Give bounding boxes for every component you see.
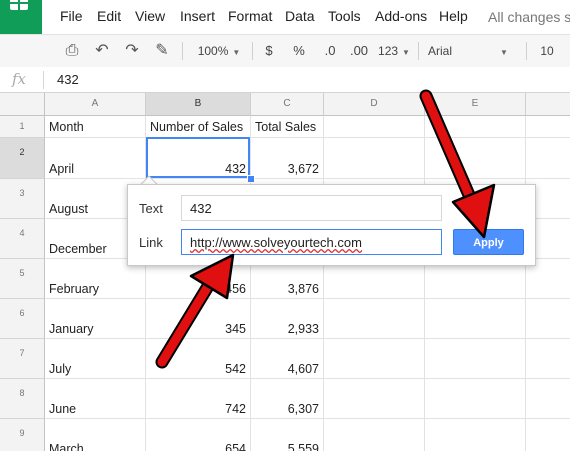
link-url-input[interactable]: http://www.solveyourtech.com bbox=[181, 229, 442, 255]
insert-link-dialog: Text 432 Link http://www.solveyourtech.c… bbox=[127, 184, 536, 266]
column-header-c[interactable]: C bbox=[251, 93, 324, 116]
cell-c5[interactable]: 3,876 bbox=[251, 282, 319, 296]
paint-format-icon[interactable]: ✎ bbox=[150, 35, 174, 67]
cell-b7[interactable]: 542 bbox=[146, 362, 246, 376]
currency-format-button[interactable]: $ bbox=[260, 35, 278, 67]
apply-button[interactable]: Apply bbox=[453, 229, 524, 255]
cell-c8[interactable]: 6,307 bbox=[251, 402, 319, 416]
fx-icon: fx bbox=[12, 70, 27, 88]
cell-a2[interactable]: April bbox=[49, 162, 74, 176]
undo-icon[interactable]: ↶ bbox=[90, 35, 114, 67]
cell-c2[interactable]: 3,672 bbox=[251, 162, 319, 176]
cell-c7[interactable]: 4,607 bbox=[251, 362, 319, 376]
row-header-1[interactable]: 1 bbox=[0, 116, 45, 138]
cell-c9[interactable]: 5,559 bbox=[251, 442, 319, 451]
chevron-down-icon: ▼ bbox=[500, 48, 508, 57]
cell-c6[interactable]: 2,933 bbox=[251, 322, 319, 336]
column-header-a[interactable]: A bbox=[45, 93, 146, 116]
cell-a1[interactable]: Month bbox=[49, 120, 84, 134]
menu-insert[interactable]: Insert bbox=[180, 8, 215, 24]
row-header-2[interactable]: 2 bbox=[0, 138, 45, 179]
column-header-e[interactable]: E bbox=[425, 93, 526, 116]
more-formats-label: 123 bbox=[378, 44, 399, 58]
select-all-corner[interactable] bbox=[0, 93, 45, 116]
chevron-down-icon: ▼ bbox=[232, 48, 241, 57]
menu-view[interactable]: View bbox=[135, 8, 165, 24]
cell-b5[interactable]: 456 bbox=[146, 282, 246, 296]
cell-a3[interactable]: August bbox=[49, 202, 88, 216]
zoom-select[interactable]: 100% ▼ bbox=[190, 35, 248, 67]
cell-b6[interactable]: 345 bbox=[146, 322, 246, 336]
menu-tools[interactable]: Tools bbox=[328, 8, 361, 24]
zoom-value: 100% bbox=[197, 44, 229, 58]
percent-format-button[interactable]: % bbox=[288, 35, 310, 67]
row-header-6[interactable]: 6 bbox=[0, 299, 45, 339]
cell-b8[interactable]: 742 bbox=[146, 402, 246, 416]
menu-edit[interactable]: Edit bbox=[97, 8, 121, 24]
menu-bar: File Edit View Insert Format Data Tools … bbox=[0, 0, 570, 34]
cell-c1[interactable]: Total Sales bbox=[255, 120, 316, 134]
menu-file[interactable]: File bbox=[60, 8, 83, 24]
formula-bar: fx 432 bbox=[0, 67, 570, 93]
cell-a8[interactable]: June bbox=[49, 402, 76, 416]
row-header-4[interactable]: 4 bbox=[0, 219, 45, 259]
column-header-d[interactable]: D bbox=[324, 93, 425, 116]
font-family-value: Arial bbox=[428, 44, 453, 58]
more-formats-select[interactable]: 123 ▼ bbox=[376, 35, 412, 67]
increase-decimal-button[interactable]: .00 bbox=[346, 35, 372, 67]
cell-b9[interactable]: 654 bbox=[146, 442, 246, 451]
row-header-5[interactable]: 5 bbox=[0, 259, 45, 299]
cell-b1[interactable]: Number of Sales bbox=[150, 120, 243, 134]
column-header-b[interactable]: B bbox=[146, 93, 251, 116]
selected-cell-outline bbox=[146, 137, 250, 178]
redo-icon[interactable]: ↷ bbox=[120, 35, 144, 67]
menu-data[interactable]: Data bbox=[285, 8, 315, 24]
spreadsheet-grid[interactable]: A B C D E 1 2 3 4 5 6 7 8 9 Month Number… bbox=[0, 93, 570, 451]
decrease-decimal-button[interactable]: .0 bbox=[318, 35, 342, 67]
column-header-f[interactable] bbox=[526, 93, 570, 116]
link-text-input[interactable]: 432 bbox=[181, 195, 442, 221]
formula-input[interactable]: 432 bbox=[57, 72, 79, 87]
cell-a7[interactable]: July bbox=[49, 362, 71, 376]
cell-a6[interactable]: January bbox=[49, 322, 93, 336]
row-header-8[interactable]: 8 bbox=[0, 379, 45, 419]
row-header-7[interactable]: 7 bbox=[0, 339, 45, 379]
row-header-3[interactable]: 3 bbox=[0, 179, 45, 219]
sheets-logo-icon[interactable] bbox=[0, 0, 42, 34]
font-size-select[interactable]: 10 bbox=[536, 35, 558, 67]
cell-a4[interactable]: December bbox=[49, 242, 107, 256]
fill-handle[interactable] bbox=[247, 175, 255, 183]
link-url-value: http://www.solveyourtech.com bbox=[190, 235, 362, 250]
save-status: All changes s bbox=[488, 9, 570, 25]
toolbar: ⎙ ↶ ↷ ✎ 100% ▼ $ % .0 .00 123 ▼ Arial ▼ 10 bbox=[0, 34, 570, 68]
cell-a9[interactable]: March bbox=[49, 442, 84, 451]
font-family-select[interactable]: Arial ▼ bbox=[428, 35, 520, 67]
link-label: Link bbox=[139, 235, 163, 250]
row-header-9[interactable]: 9 bbox=[0, 419, 45, 451]
cell-a5[interactable]: February bbox=[49, 282, 99, 296]
chevron-down-icon: ▼ bbox=[402, 48, 410, 57]
text-label: Text bbox=[139, 201, 163, 216]
menu-format[interactable]: Format bbox=[228, 8, 272, 24]
menu-add-ons[interactable]: Add-ons bbox=[375, 8, 427, 24]
menu-help[interactable]: Help bbox=[439, 8, 468, 24]
print-icon[interactable]: ⎙ bbox=[60, 35, 84, 67]
